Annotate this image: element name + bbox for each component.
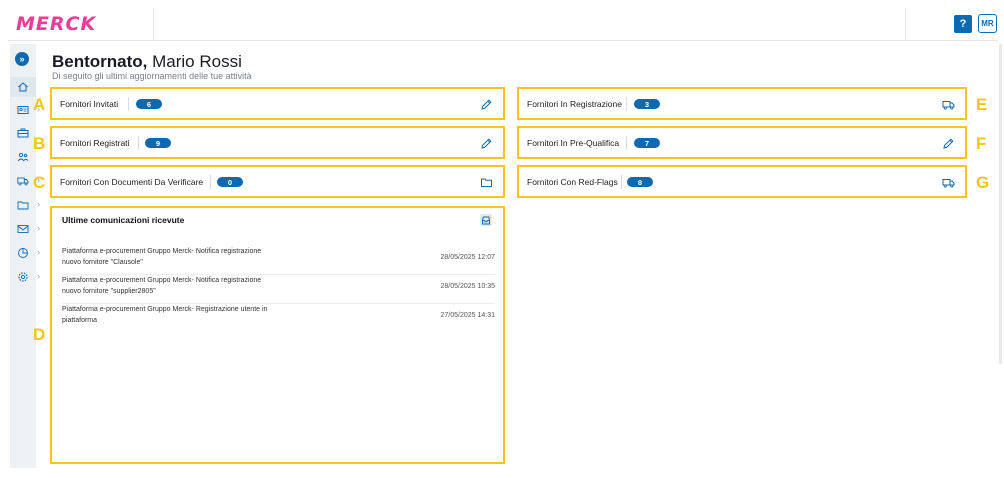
top-bar: MERCK ? MR (8, 8, 998, 41)
help-button[interactable]: ? (954, 15, 972, 33)
card-label: Fornitori Con Red-Flags (527, 177, 618, 187)
communication-item[interactable]: Piattaforma e-procurement Gruppo Merck- … (62, 246, 495, 275)
card-label: Fornitori Invitati (60, 99, 119, 109)
annotation-letter: G (976, 173, 990, 192)
subject-line: nuovo fornitore "Clausole" (62, 259, 143, 266)
card-fornitori-in-registrazione[interactable]: Fornitori In Registrazione 3 (517, 87, 967, 120)
inbox-button[interactable] (479, 213, 493, 227)
communications-title: Ultime comunicazioni ricevute (62, 215, 185, 225)
truck-icon (942, 179, 955, 188)
expand-sidebar-button[interactable]: » (15, 52, 29, 66)
folder-icon (481, 178, 492, 187)
communication-item[interactable]: Piattaforma e-procurement Gruppo Merck- … (62, 304, 495, 332)
communication-subject: Piattaforma e-procurement Gruppo Merck- … (62, 304, 292, 326)
card-divider (626, 136, 627, 150)
folder-icon (17, 201, 29, 210)
logo-area: MERCK (8, 8, 154, 40)
card-divider (138, 136, 139, 150)
nav-reports[interactable] (10, 243, 36, 263)
chart-pie-icon (18, 248, 28, 258)
card-fornitori-red-flags[interactable]: Fornitori Con Red-Flags 8 (517, 165, 967, 198)
annotation-letter: E (976, 95, 988, 114)
communication-date: 28/05/2025 10:35 (440, 283, 496, 290)
card-divider (621, 175, 622, 189)
card-label: Fornitori Registrati (60, 138, 130, 148)
card-fornitori-invitati[interactable]: Fornitori Invitati 6 (50, 87, 505, 120)
nav-settings-chevron[interactable]: › (37, 271, 40, 281)
card-divider (210, 175, 211, 189)
card-label: Fornitori In Registrazione (527, 99, 622, 109)
subject-line: Piattaforma e-procurement Gruppo Merck- … (62, 306, 268, 313)
briefcase-icon (17, 128, 29, 138)
card-divider (626, 97, 627, 111)
communication-subject: Piattaforma e-procurement Gruppo Merck- … (62, 246, 292, 268)
user-avatar[interactable]: MR (978, 14, 997, 33)
communication-date: 28/05/2025 12:07 (440, 254, 496, 261)
suppliers-button[interactable] (942, 176, 955, 189)
inbox-icon (480, 214, 492, 226)
nav-messages-chevron[interactable]: › (37, 223, 40, 233)
nav-reports-chevron[interactable]: › (37, 247, 40, 257)
user-name: Mario Rossi (152, 52, 242, 71)
subject-line: piattaforma (62, 317, 98, 324)
count-badge: 8 (627, 177, 653, 187)
communications-panel: Ultime comunicazioni ricevute Piattaform… (50, 206, 505, 464)
home-icon (18, 82, 28, 92)
communication-item[interactable]: Piattaforma e-procurement Gruppo Merck- … (62, 275, 495, 304)
truck-icon (17, 177, 29, 186)
open-folder-button[interactable] (480, 176, 493, 189)
greeting: Bentornato, (52, 52, 148, 71)
users-icon (17, 152, 29, 162)
edit-button[interactable] (480, 98, 493, 111)
id-card-icon (17, 106, 29, 114)
card-divider (128, 97, 129, 111)
card-label: Fornitori In Pre-Qualifica (527, 138, 620, 148)
card-fornitori-documenti-da-verificare[interactable]: Fornitori Con Documenti Da Verificare 0 (50, 165, 505, 198)
nav-settings[interactable] (10, 267, 36, 287)
page-subtitle: Di seguito gli ultimi aggiornamenti dell… (52, 71, 252, 81)
count-badge: 6 (136, 99, 162, 109)
nav-home[interactable] (10, 77, 36, 97)
pencil-icon (481, 99, 492, 110)
card-fornitori-registrati[interactable]: Fornitori Registrati 9 (50, 126, 505, 159)
merck-logo[interactable]: MERCK (16, 13, 96, 35)
edit-button[interactable] (942, 137, 955, 150)
nav-documents-chevron[interactable]: › (37, 199, 40, 209)
annotation-letter: A (33, 95, 46, 114)
count-badge: 9 (145, 138, 171, 148)
count-badge: 0 (217, 177, 243, 187)
count-badge: 7 (634, 138, 660, 148)
annotation-letter: B (33, 134, 46, 153)
annotation-letter: C (33, 173, 46, 192)
subject-line: Piattaforma e-procurement Gruppo Merck- … (62, 277, 262, 284)
annotation-letter: F (976, 134, 987, 153)
pencil-icon (481, 138, 492, 149)
card-fornitori-in-pre-qualifica[interactable]: Fornitori In Pre-Qualifica 7 (517, 126, 967, 159)
subject-line: nuovo fornitore "supplier2805" (62, 288, 156, 295)
pencil-icon (943, 138, 954, 149)
annotation-letter: D (33, 325, 46, 344)
communication-subject: Piattaforma e-procurement Gruppo Merck- … (62, 275, 292, 297)
communication-date: 27/05/2025 14:31 (440, 312, 496, 319)
edit-button[interactable] (480, 137, 493, 150)
gear-icon (18, 272, 28, 282)
mail-icon (17, 225, 29, 233)
page-scrollbar[interactable] (999, 44, 1002, 364)
nav-documents[interactable] (10, 195, 36, 215)
page-title: Bentornato, Mario Rossi (52, 52, 242, 72)
top-right-actions: ? MR (905, 8, 998, 40)
subject-line: Piattaforma e-procurement Gruppo Merck- … (62, 248, 262, 255)
card-label: Fornitori Con Documenti Da Verificare (60, 177, 204, 187)
suppliers-button[interactable] (942, 98, 955, 111)
truck-icon (942, 101, 955, 110)
count-badge: 3 (634, 99, 660, 109)
nav-messages[interactable] (10, 219, 36, 239)
